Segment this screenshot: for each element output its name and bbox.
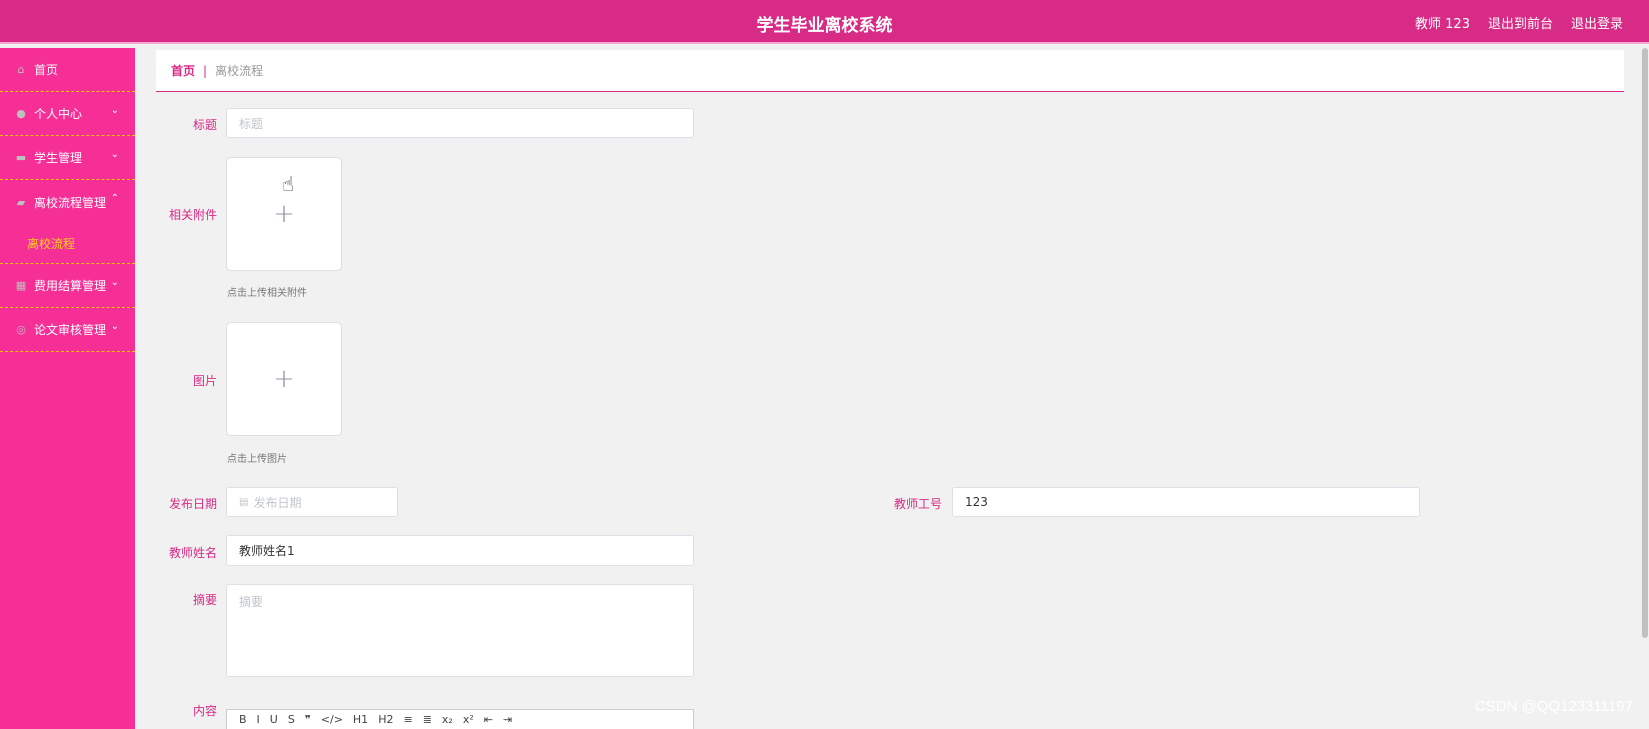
- calendar-icon: ▤: [239, 496, 249, 508]
- sidebar-subitem-leave-process[interactable]: 离校流程: [0, 224, 135, 264]
- publish-date-placeholder: 发布日期: [253, 495, 302, 510]
- editor-tool-button[interactable]: ⇤: [484, 713, 493, 726]
- editor-tool-button[interactable]: </>: [321, 713, 343, 726]
- chevron-down-icon: ⌄: [110, 105, 119, 116]
- current-user: 教师 123: [1415, 17, 1470, 32]
- sidebar-item-label: 离校流程管理: [34, 195, 107, 210]
- sidebar-item-student-management[interactable]: ▬ 学生管理 ⌄: [0, 136, 135, 180]
- chevron-down-icon: ⌄: [110, 277, 119, 288]
- sidebar-item-label: 首页: [34, 63, 59, 77]
- sidebar-item-thesis-review[interactable]: ◎ 论文审核管理 ⌄: [0, 308, 135, 352]
- exit-to-front-link[interactable]: 退出到前台: [1488, 13, 1553, 32]
- sidebar-item-label: 学生管理: [34, 151, 83, 165]
- image-upload[interactable]: +: [226, 322, 342, 436]
- sidebar-item-home[interactable]: ⌂ 首页: [0, 48, 135, 92]
- sidebar-item-label: 费用结算管理: [34, 279, 107, 293]
- title-placeholder: 标题: [239, 116, 264, 131]
- summary-label: 摘要: [192, 593, 217, 607]
- globe-icon: ◎: [16, 323, 26, 336]
- editor-tool-button[interactable]: ⇥: [503, 713, 512, 726]
- image-label: 图片: [192, 374, 217, 388]
- teacher-id-label: 教师工号: [893, 497, 942, 511]
- sidebar-item-fee-settlement[interactable]: ▦ 费用结算管理 ⌄: [0, 264, 135, 308]
- hand-cursor-icon: ☝: [282, 172, 295, 196]
- grid-icon: ▦: [15, 279, 27, 292]
- editor-tool-button[interactable]: ≡: [403, 713, 412, 726]
- page-scrollbar[interactable]: [1641, 48, 1649, 729]
- editor-tool-button[interactable]: H2: [378, 713, 393, 726]
- home-icon: ⌂: [17, 63, 25, 76]
- breadcrumb-separator: |: [203, 63, 208, 78]
- teacher-name-value: 教师姓名1: [239, 544, 295, 558]
- watermark: CSDN @QQ123311197: [1474, 698, 1633, 715]
- chevron-up-icon: ⌃: [110, 193, 119, 204]
- plus-icon: +: [273, 364, 295, 394]
- app-title: 学生毕业离校系统: [756, 16, 893, 36]
- sidebar-item-label: 个人中心: [34, 107, 83, 121]
- user-icon: ●: [16, 107, 26, 120]
- sidebar-item-label: 论文审核管理: [34, 323, 107, 337]
- title-input[interactable]: 标题: [226, 108, 694, 138]
- teacher-id-value: 123: [965, 495, 988, 509]
- sidebar-item-personal-center[interactable]: ● 个人中心 ⌄: [0, 92, 135, 136]
- breadcrumb-current: 离校流程: [215, 64, 264, 78]
- chevron-down-icon: ⌄: [110, 321, 119, 332]
- breadcrumb-home[interactable]: 首页: [171, 62, 195, 79]
- teacher-name-input[interactable]: 教师姓名1: [226, 535, 694, 566]
- briefcase-icon: ▬: [15, 151, 27, 164]
- header-actions: 教师 123 退出到前台 退出登录: [1415, 13, 1623, 32]
- title-label: 标题: [192, 118, 217, 132]
- editor-tool-button[interactable]: S: [288, 713, 295, 726]
- teacher-name-label: 教师姓名: [168, 546, 217, 560]
- image-tip: 点击上传图片: [227, 454, 287, 465]
- teacher-id-input[interactable]: 123: [952, 487, 1420, 517]
- ticket-icon: ▰: [16, 195, 26, 209]
- logout-link[interactable]: 退出登录: [1571, 13, 1623, 32]
- sidebar-item-leave-process-management[interactable]: ▰ 离校流程管理 ⌃: [0, 180, 135, 224]
- scrollbar-thumb[interactable]: [1642, 48, 1648, 638]
- plus-icon: +: [273, 199, 295, 229]
- summary-textarea[interactable]: 摘要: [226, 584, 694, 677]
- attachment-tip: 点击上传相关附件: [227, 288, 307, 299]
- editor-tool-button[interactable]: x²: [463, 713, 474, 726]
- publish-date-picker[interactable]: ▤ 发布日期: [226, 487, 398, 517]
- top-header: 学生毕业离校系统 教师 123 退出到前台 退出登录: [0, 0, 1649, 44]
- editor-tool-button[interactable]: B: [239, 713, 247, 726]
- chevron-down-icon: ⌄: [110, 149, 119, 160]
- editor-tool-button[interactable]: x₂: [442, 713, 453, 726]
- breadcrumb: 首页 | 离校流程: [156, 50, 1624, 92]
- editor-tool-button[interactable]: H1: [353, 713, 368, 726]
- content-label: 内容: [192, 704, 217, 718]
- sidebar: ⌂ 首页 ● 个人中心 ⌄ ▬ 学生管理 ⌄ ▰ 离校流程管理 ⌃ 离校流程 ▦…: [0, 48, 135, 729]
- editor-tool-button[interactable]: I: [257, 713, 260, 726]
- editor-tool-button[interactable]: ❞: [305, 713, 311, 726]
- summary-placeholder: 摘要: [239, 595, 264, 609]
- editor-tool-button[interactable]: U: [270, 713, 278, 726]
- rich-text-toolbar: B I U S ❞ </> H1 H2 ≡ ≣ x₂ x² ⇤ ⇥: [226, 709, 694, 729]
- editor-tool-button[interactable]: ≣: [423, 713, 432, 726]
- publish-date-label: 发布日期: [168, 497, 217, 511]
- attachment-label: 相关附件: [168, 208, 217, 222]
